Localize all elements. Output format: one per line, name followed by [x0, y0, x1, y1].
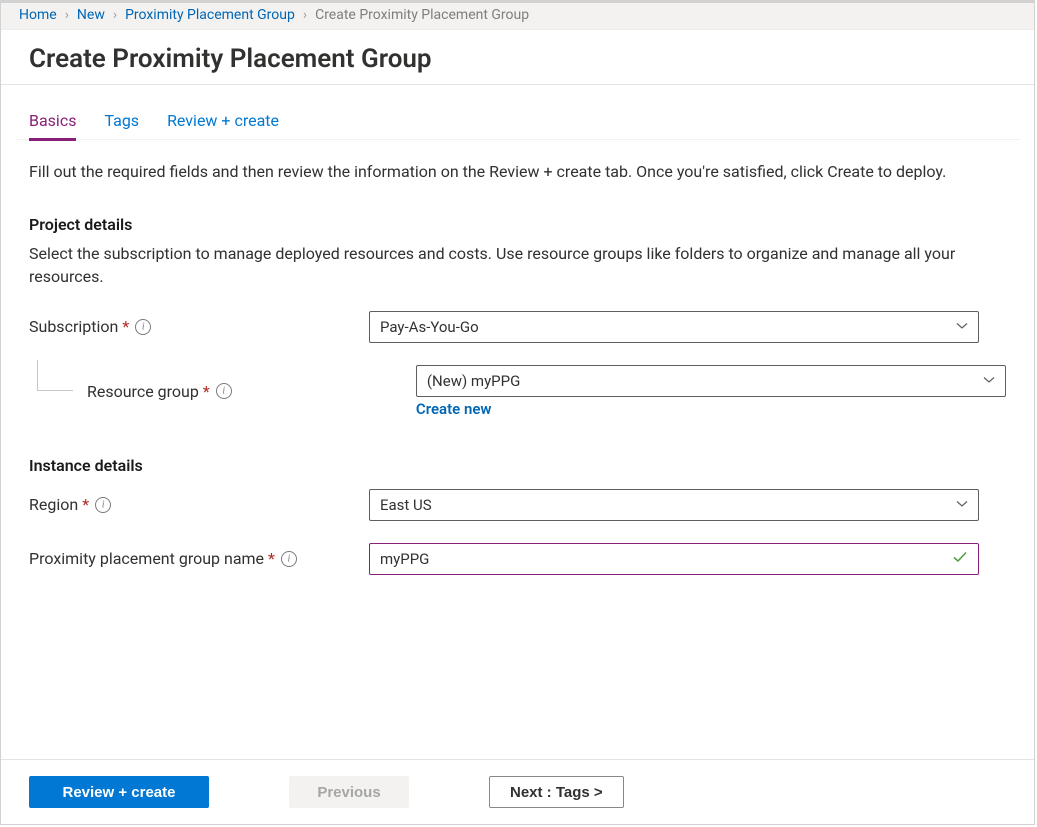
subscription-select[interactable]: Pay-As-You-Go: [369, 311, 979, 343]
breadcrumb-ppg[interactable]: Proximity Placement Group: [125, 7, 295, 23]
required-asterisk: *: [203, 382, 210, 401]
info-icon[interactable]: [281, 551, 297, 567]
chevron-down-icon: [983, 372, 995, 390]
checkmark-icon: [952, 549, 968, 569]
region-value: East US: [380, 496, 432, 514]
tab-basics[interactable]: Basics: [29, 107, 76, 141]
chevron-right-icon: ›: [63, 7, 71, 23]
section-project-details-title: Project details: [29, 215, 1006, 234]
row-resource-group: Resource group * (New) myPPG Create new: [29, 365, 1006, 418]
review-create-button[interactable]: Review + create: [29, 776, 209, 808]
subscription-value: Pay-As-You-Go: [380, 318, 479, 336]
chevron-down-icon: [956, 318, 968, 336]
ppg-name-input[interactable]: myPPG: [369, 543, 979, 575]
previous-button: Previous: [289, 776, 409, 808]
required-asterisk: *: [268, 549, 275, 568]
info-icon[interactable]: [216, 383, 232, 399]
create-new-link[interactable]: Create new: [416, 400, 492, 418]
chevron-right-icon: ›: [301, 7, 309, 23]
section-project-details-desc: Select the subscription to manage deploy…: [29, 242, 969, 288]
chevron-right-icon: ›: [111, 7, 119, 23]
intro-text: Fill out the required fields and then re…: [29, 140, 969, 189]
info-icon[interactable]: [135, 319, 151, 335]
breadcrumb-home[interactable]: Home: [19, 7, 57, 23]
row-subscription: Subscription * Pay-As-You-Go: [29, 311, 1006, 343]
row-region: Region * East US: [29, 489, 1006, 521]
ppg-name-label: Proximity placement group name: [29, 549, 264, 568]
breadcrumb: Home › New › Proximity Placement Group ›…: [19, 7, 1016, 23]
region-select[interactable]: East US: [369, 489, 979, 521]
next-button[interactable]: Next : Tags >: [489, 776, 624, 808]
tab-tags[interactable]: Tags: [104, 107, 139, 141]
section-instance-details-title: Instance details: [29, 456, 1006, 475]
breadcrumb-bar: Home › New › Proximity Placement Group ›…: [1, 1, 1034, 30]
breadcrumb-new[interactable]: New: [77, 7, 105, 23]
wizard-footer: Review + create Previous Next : Tags >: [1, 759, 1034, 824]
row-ppg-name: Proximity placement group name * myPPG: [29, 543, 1006, 575]
page-title: Create Proximity Placement Group: [29, 44, 1016, 74]
tab-bar: Basics Tags Review + create: [15, 85, 1020, 140]
region-label: Region: [29, 495, 78, 514]
breadcrumb-current: Create Proximity Placement Group: [315, 7, 529, 23]
subscription-label: Subscription: [29, 317, 118, 336]
info-icon[interactable]: [95, 497, 111, 513]
resource-group-select[interactable]: (New) myPPG: [416, 365, 1006, 397]
tab-review-create[interactable]: Review + create: [167, 107, 279, 141]
page-heading-area: Create Proximity Placement Group: [1, 30, 1034, 84]
required-asterisk: *: [82, 495, 89, 514]
required-asterisk: *: [122, 317, 129, 336]
chevron-down-icon: [956, 496, 968, 514]
resource-group-value: (New) myPPG: [427, 372, 520, 390]
ppg-name-value: myPPG: [380, 550, 429, 568]
resource-group-label: Resource group: [87, 382, 199, 401]
